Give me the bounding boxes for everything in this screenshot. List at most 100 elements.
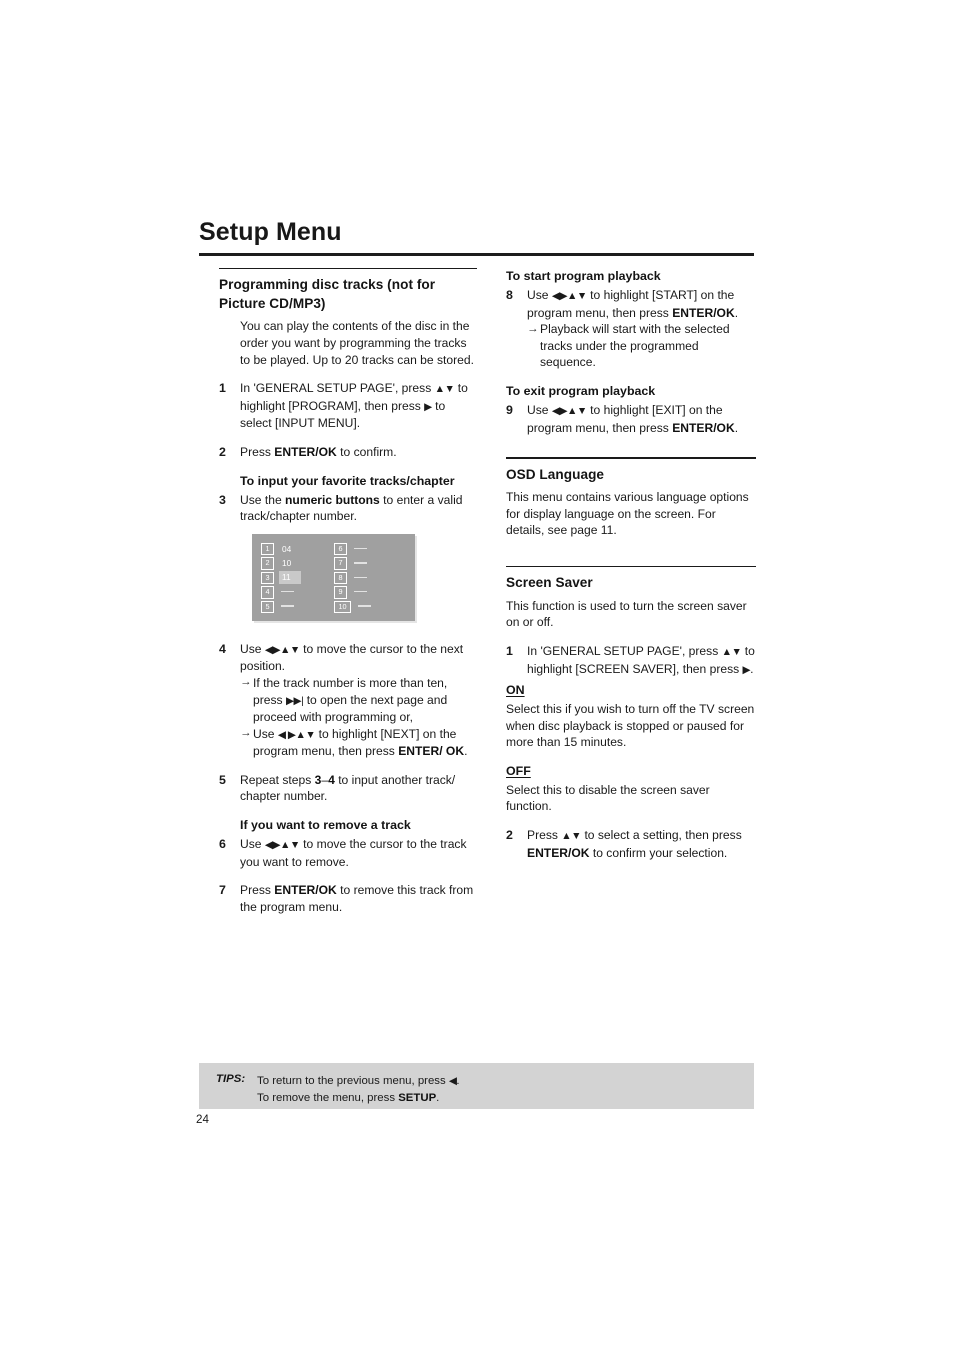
tips-label: TIPS: [216,1073,246,1085]
figure-slot-index: 3 [261,571,274,585]
figure-slot-empty [352,547,376,550]
manual-page: Setup Menu Programming disc tracks (not … [0,0,954,1351]
page-number: 24 [196,1113,209,1126]
ss-step-2-part1: Press [527,828,562,843]
arrow-right-bullet-icon: → [527,322,539,335]
step-4-number: 4 [219,641,226,656]
ss-step-2-part2: to select a setting, then press [581,828,742,843]
step-2-text: Press ENTER/OK to confirm. [240,444,477,461]
step-8-note-text: Playback will start with the selected tr… [540,322,730,370]
screen-saver-body: This function is used to turn the screen… [506,598,747,630]
osd-language-body: This menu contains various language opti… [506,490,749,538]
option-label-on-text: ON [506,683,525,698]
tips-line-1-part2: . [456,1075,460,1087]
figure-slot-index: 1 [261,542,274,556]
section-divider [506,565,756,568]
step-5-ref-end: 4 [328,772,335,787]
step-2-number: 2 [219,444,226,459]
figure-row: 10 [334,600,380,614]
figure-slot-empty [279,605,303,608]
step-7-part1: Press [240,883,275,898]
right-arrow-icon: ▶ [424,400,432,413]
step-7-button-name: ENTER/OK [274,883,337,898]
step-2-button-name: ENTER/OK [274,444,337,459]
screen-saver-step-1-text: In 'GENERAL SETUP PAGE', press ▲▼ to hig… [527,643,756,678]
step-2-part1: Press [240,444,275,459]
screen-saver-step-2-number: 2 [506,828,513,843]
tips-line-2-part1: To remove the menu, press [257,1091,399,1104]
step-9-part3: . [734,420,739,435]
option-on-body: Select this if you wish to turn off the … [506,702,755,750]
program-menu-figure: 1 04 2 10 3 11 4 5 6 7 8 9 10 [252,534,415,621]
figure-slot-index: 2 [261,557,274,570]
step-4-note-2: → Use ◀ ▶▲▼ to highlight [NEXT] on the pr… [240,726,477,760]
step-2-part2: to confirm. [336,444,397,459]
figure-slot-empty [279,590,303,593]
figure-slot-value: 10 [282,558,292,569]
dpad-arrows-icon: ◀▶▲▼ [551,290,587,302]
step-6-part1: Use [240,837,265,852]
step-6: 6 Use ◀▶▲▼ to move the cursor to the tra… [219,836,477,870]
tips-content: To return to the previous menu, press ◀.… [257,1073,460,1106]
figure-row: 5 [261,600,303,614]
subheading-start-playback: To start program playback [506,269,661,283]
figure-row: 7 [334,556,380,570]
step-3-button-name: numeric buttons [285,492,380,507]
figure-slot-value-highlighted: 11 [279,571,301,585]
dpad-arrows-icon: ◀▶▲▼ [551,404,587,417]
screen-saver-step-1: 1 In 'GENERAL SETUP PAGE', press ▲▼ to h… [506,643,756,678]
arrow-right-bullet-icon: → [240,676,252,689]
figure-row: 4 [261,585,303,599]
figure-slot-index: 5 [261,600,274,613]
figure-column-2: 6 7 8 9 10 [334,542,380,614]
figure-row: 8 [334,571,380,585]
screen-saver-step-1-number: 1 [506,643,513,658]
step-7-text: Press ENTER/OK to remove this track from… [240,882,477,915]
dpad-arrows-icon: ◀▶▲▼ [264,839,300,852]
ss-step-1-part1: In 'GENERAL SETUP PAGE', press [527,643,722,658]
tips-line-2-part2: . [436,1091,440,1104]
step-9-button-name: ENTER/OK [672,420,735,435]
figure-slot-empty [356,605,380,608]
up-down-arrow-icon: ▲▼ [721,645,742,658]
step-9-part1: Use [527,402,552,417]
ss-step-1-part3: . [750,661,754,676]
figure-slot-empty [352,576,376,579]
step-9-text: Use ◀▶▲▼ to highlight [EXIT] on the prog… [527,402,756,436]
step-5-part1: Repeat steps [240,772,315,787]
right-column: To start program playback 8 Use ◀▶▲▼ to … [506,268,756,873]
step-1-number: 1 [219,381,226,396]
figure-slot-index: 4 [261,586,274,599]
programming-intro-text: You can play the contents of the disc in… [240,319,474,367]
next-track-icon: ▶▶| [285,694,304,707]
figure-slot-index: 7 [334,557,347,570]
section-heading-osd-language: OSD Language [506,466,605,482]
figure-row: 3 11 [261,571,303,585]
tips-line-2-button-name: SETUP [398,1091,437,1104]
step-4-note-2-part3: . [464,744,468,759]
step-7: 7 Press ENTER/OK to remove this track fr… [219,882,477,915]
step-8: 8 Use ◀▶▲▼ to highlight [START] on the p… [506,287,756,371]
step-3: 3 Use the numeric buttons to enter a val… [219,492,477,525]
step-6-text: Use ◀▶▲▼ to move the cursor to the track… [240,836,477,870]
subheading-input-tracks: To input your favorite tracks/chapter [240,473,455,488]
figure-column-1: 1 04 2 10 3 11 4 5 [261,542,303,614]
step-4-note-2-button-name: ENTER/ OK [398,744,465,759]
step-1-part1: In 'GENERAL SETUP PAGE', press [240,381,435,396]
tips-bar: TIPS: To return to the previous menu, pr… [199,1063,754,1109]
page-title: Setup Menu [199,218,342,246]
step-5: 5 Repeat steps 3–4 to input another trac… [219,772,477,805]
section-divider [506,457,756,459]
figure-row: 6 [334,542,380,556]
step-8-part3: . [734,305,739,320]
step-8-note: → Playback will start with the selected t… [527,321,756,371]
right-arrow-icon: ▶ [742,663,751,676]
option-label-off: OFF [506,763,756,780]
step-4-text: Use ◀▶▲▼ to move the cursor to the next … [240,641,477,760]
ss-step-2-part3: to confirm your selection. [589,845,728,860]
figure-slot-index: 10 [334,600,351,613]
step-1-text: In 'GENERAL SETUP PAGE', press ▲▼ to hig… [240,380,477,432]
up-down-arrow-icon: ▲▼ [561,830,582,843]
